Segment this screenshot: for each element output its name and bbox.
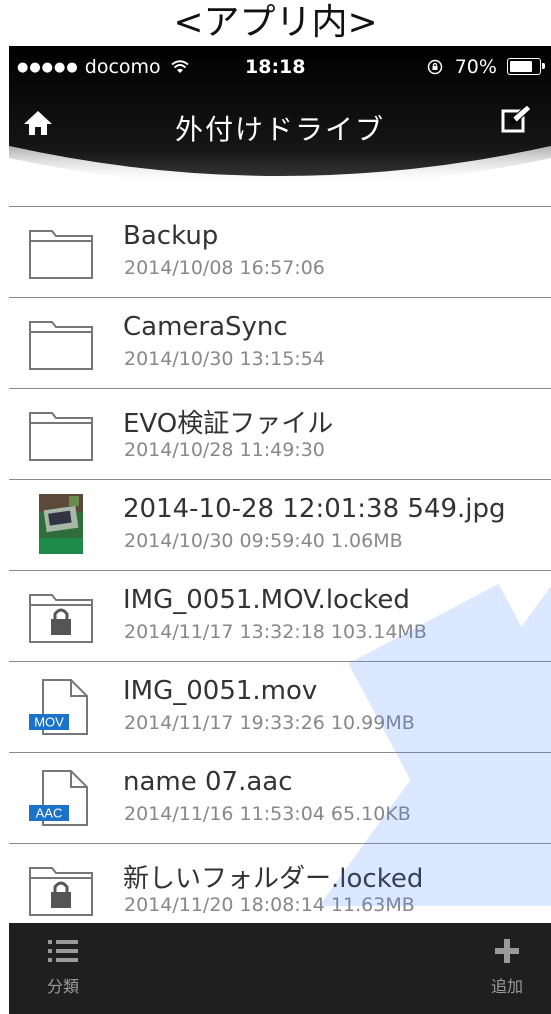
- file-row[interactable]: 新しいフォルダー.locked 2014/11/20 18:08:14 11.63…: [9, 843, 551, 934]
- page-caption: <アプリ内>: [173, 2, 378, 43]
- file-name: name 07.aac: [123, 767, 293, 797]
- folder-icon: [27, 314, 95, 372]
- file-row[interactable]: 2014-10-28 12:01:38 549.jpg 2014/10/30 09…: [9, 479, 551, 570]
- file-name: EVO検証ファイル: [123, 409, 334, 439]
- file-list: Backup 2014/10/08 16:57:06 CameraSync 2014/…: [9, 206, 551, 934]
- file-type-badge: AAC: [36, 806, 63, 821]
- folder-icon: [27, 223, 95, 281]
- file-row[interactable]: EVO検証ファイル 2014/10/28 11:49:30: [9, 388, 551, 479]
- wifi-icon: [171, 60, 189, 73]
- file-name: 2014-10-28 12:01:38 549.jpg: [123, 494, 506, 524]
- file-name: IMG_0051.mov: [123, 676, 318, 706]
- file-meta: 2014/10/08 16:57:06: [124, 257, 325, 279]
- file-row[interactable]: MOV IMG_0051.mov 2014/11/17 19:33:26 10.99…: [9, 661, 551, 752]
- file-meta: 2014/11/20 18:08:14 11.63MB: [124, 894, 415, 916]
- file-row[interactable]: AAC name 07.aac 2014/11/16 11:53:04 65.10K…: [9, 752, 551, 843]
- file-meta: 2014/11/16 11:53:04 65.10KB: [124, 803, 411, 825]
- navigation-header: ●●●●● docomo 18:18 70% 外付けドライブ: [9, 46, 551, 206]
- phone-screen: ●●●●● docomo 18:18 70% 外付けドライブ Backup 20…: [9, 46, 551, 1014]
- plus-icon: [495, 939, 519, 963]
- edit-icon[interactable]: [499, 102, 533, 136]
- status-bar: ●●●●● docomo 18:18 70%: [9, 54, 551, 84]
- add-tab[interactable]: 追加: [477, 937, 537, 997]
- file-name: 新しいフォルダー.locked: [123, 864, 424, 894]
- file-meta: 2014/10/28 11:49:30: [124, 439, 325, 461]
- file-meta: 2014/10/30 09:59:40 1.06MB: [124, 530, 403, 552]
- status-time: 18:18: [245, 56, 306, 78]
- folder-icon: [27, 405, 95, 463]
- category-tab[interactable]: 分類: [33, 937, 93, 997]
- file-row[interactable]: IMG_0051.MOV.locked 2014/11/17 13:32:18 1…: [9, 570, 551, 661]
- carrier-info: ●●●●● docomo: [17, 56, 189, 78]
- locked-folder-icon: [27, 587, 95, 645]
- file-name: CameraSync: [123, 312, 288, 342]
- file-type-badge: MOV: [34, 715, 64, 730]
- file-name: Backup: [123, 221, 219, 251]
- battery-percent: 70%: [454, 56, 497, 78]
- file-meta: 2014/10/30 13:15:54: [124, 348, 325, 370]
- category-tab-label: 分類: [46, 977, 79, 996]
- list-icon: [48, 940, 78, 962]
- carrier-name: docomo: [84, 56, 161, 78]
- bottom-tab-bar: 分類 追加: [9, 923, 551, 1014]
- mov-file-icon: MOV: [27, 678, 95, 736]
- file-name: IMG_0051.MOV.locked: [123, 585, 410, 615]
- battery-info: 70%: [427, 56, 545, 78]
- file-meta: 2014/11/17 13:32:18 103.14MB: [124, 621, 427, 643]
- file-row[interactable]: Backup 2014/10/08 16:57:06: [9, 206, 551, 297]
- aac-file-icon: AAC: [27, 769, 95, 827]
- signal-strength-icon: ●●●●●: [17, 60, 79, 75]
- battery-icon: [507, 58, 545, 75]
- locked-folder-icon: [27, 860, 95, 918]
- file-meta: 2014/11/17 19:33:26 10.99MB: [124, 712, 415, 734]
- page-title: 外付けドライブ: [174, 113, 385, 146]
- add-tab-label: 追加: [490, 977, 523, 996]
- file-row[interactable]: CameraSync 2014/10/30 13:15:54: [9, 297, 551, 388]
- orientation-lock-icon: [427, 59, 442, 75]
